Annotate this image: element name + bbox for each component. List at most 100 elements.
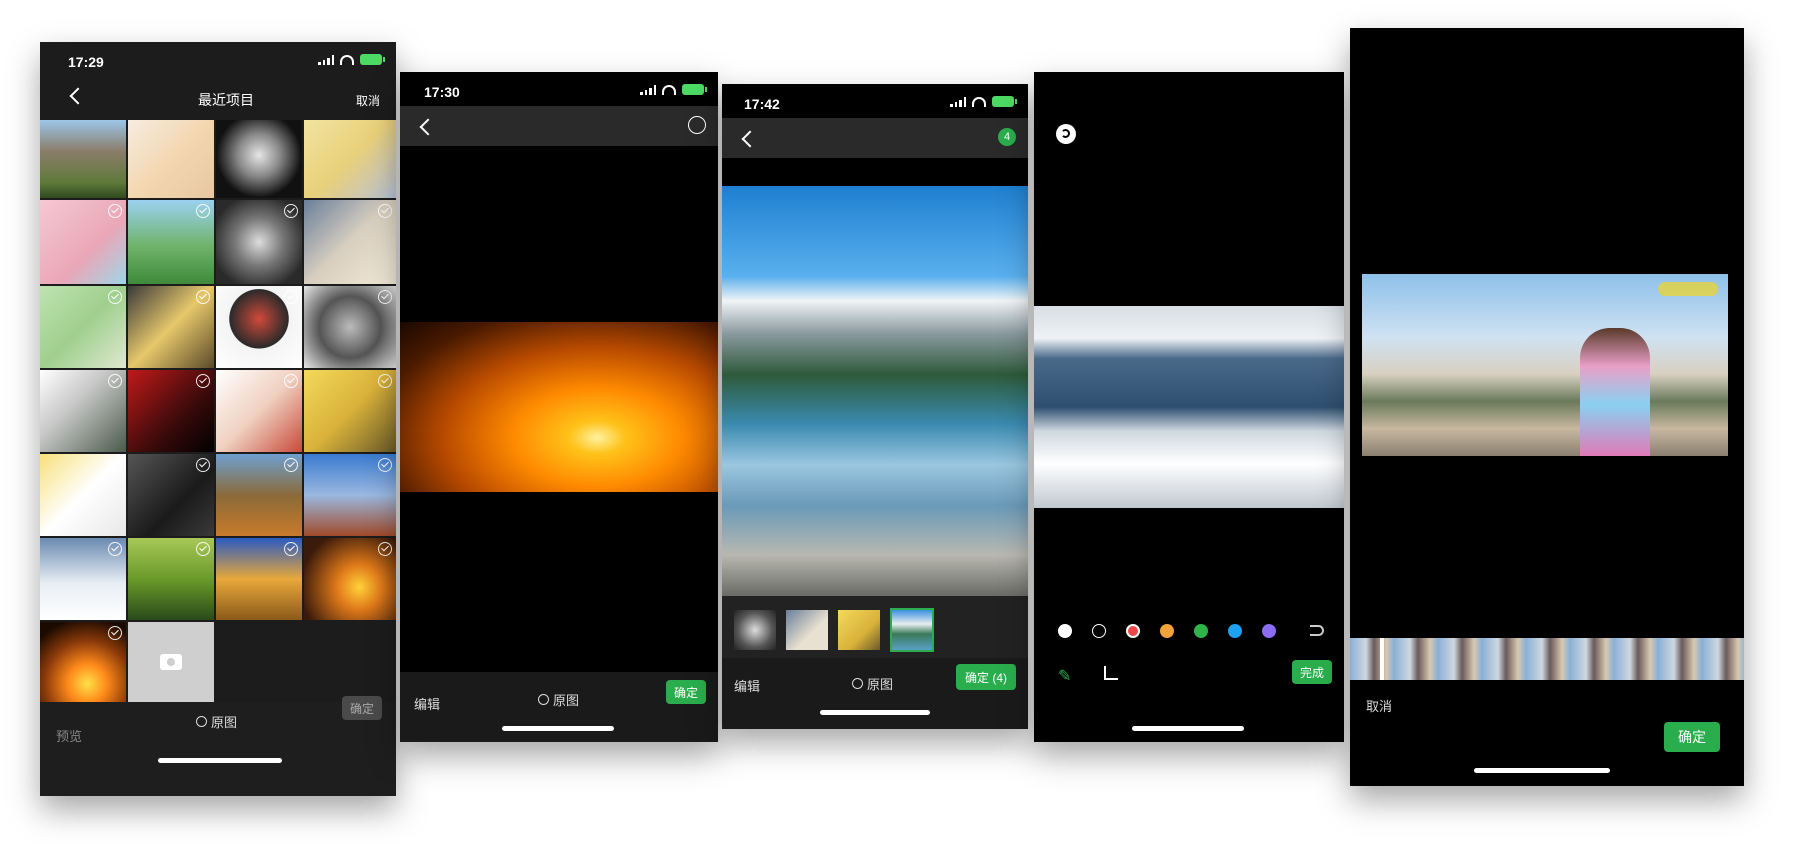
check-icon[interactable]: [196, 204, 210, 218]
color-white[interactable]: [1058, 624, 1072, 638]
check-icon[interactable]: [196, 290, 210, 304]
confirm-button[interactable]: 确定: [1664, 722, 1720, 752]
edit-button[interactable]: 编辑: [734, 676, 760, 695]
color-blue[interactable]: [1228, 624, 1242, 638]
back-icon[interactable]: [741, 130, 759, 148]
selected-thumbnail-active[interactable]: [890, 608, 934, 652]
grid-photo[interactable]: [304, 538, 396, 620]
check-icon[interactable]: [378, 290, 392, 304]
color-orange[interactable]: [1160, 624, 1174, 638]
grid-photo[interactable]: [40, 286, 126, 368]
grid-photo[interactable]: [128, 370, 214, 452]
preview-button[interactable]: 预览: [56, 726, 82, 745]
grid-photo[interactable]: [304, 200, 396, 284]
editing-image: [1034, 306, 1344, 508]
grid-photo[interactable]: [216, 286, 302, 368]
radio-icon: [852, 678, 863, 689]
back-icon[interactable]: [69, 87, 87, 105]
check-icon[interactable]: [378, 204, 392, 218]
color-black[interactable]: [1092, 624, 1106, 638]
video-timeline[interactable]: [1350, 638, 1744, 680]
check-icon[interactable]: [196, 374, 210, 388]
grid-photo[interactable]: [304, 454, 396, 536]
done-button[interactable]: 完成: [1292, 660, 1332, 684]
camera-tile[interactable]: [128, 622, 214, 704]
cancel-button[interactable]: 取消: [356, 92, 380, 109]
grid-photo[interactable]: [128, 286, 214, 368]
thumbnail-strip: [722, 596, 1028, 658]
confirm-button[interactable]: 确定: [342, 696, 382, 720]
cancel-button[interactable]: 取消: [1366, 696, 1392, 715]
preview-image: [400, 322, 718, 492]
grid-photo[interactable]: [304, 370, 396, 452]
color-palette: [1034, 620, 1344, 644]
grid-photo[interactable]: [40, 454, 126, 536]
check-icon[interactable]: [284, 542, 298, 556]
check-icon[interactable]: [108, 458, 122, 472]
check-icon[interactable]: [378, 458, 392, 472]
grid-photo[interactable]: [304, 286, 396, 368]
check-icon[interactable]: [108, 626, 122, 640]
grid-photo[interactable]: [40, 622, 126, 704]
back-icon[interactable]: [419, 118, 437, 136]
selected-thumbnail[interactable]: [786, 610, 828, 650]
status-time: 17:29: [68, 54, 104, 70]
color-purple[interactable]: [1262, 624, 1276, 638]
trim-handle-left[interactable]: [1380, 638, 1384, 680]
original-image-option[interactable]: 原图: [852, 674, 893, 693]
radio-icon: [538, 694, 549, 705]
bottom-toolbar: 编辑 原图 确定: [400, 672, 718, 742]
selected-thumbnail[interactable]: [838, 610, 880, 650]
grid-photo[interactable]: [40, 200, 126, 284]
check-icon[interactable]: [284, 374, 298, 388]
grid-photo[interactable]: [128, 120, 214, 198]
home-indicator: [820, 710, 930, 715]
battery-icon: [360, 54, 385, 65]
color-green[interactable]: [1194, 624, 1208, 638]
selected-count-badge[interactable]: 4: [998, 128, 1016, 146]
grid-photo[interactable]: [40, 370, 126, 452]
check-icon[interactable]: [196, 458, 210, 472]
edit-button[interactable]: 编辑: [414, 694, 440, 713]
status-bar: 17:29: [40, 42, 396, 76]
grid-photo[interactable]: [216, 370, 302, 452]
confirm-button[interactable]: 确定: [666, 680, 706, 704]
check-icon[interactable]: [284, 458, 298, 472]
video-frame: [1362, 274, 1728, 456]
color-red[interactable]: [1126, 624, 1140, 638]
check-icon[interactable]: [108, 290, 122, 304]
check-icon[interactable]: [108, 374, 122, 388]
original-label: 原图: [553, 693, 580, 708]
select-circle-icon[interactable]: [688, 116, 706, 134]
check-icon[interactable]: [284, 290, 298, 304]
original-image-option[interactable]: 原图: [196, 712, 237, 731]
grid-photo[interactable]: [216, 538, 302, 620]
selected-thumbnail[interactable]: [734, 610, 776, 650]
video-watermark: [1658, 282, 1718, 296]
grid-photo[interactable]: [304, 120, 396, 198]
confirm-button[interactable]: 确定 (4): [956, 664, 1016, 690]
crop-icon[interactable]: [1104, 666, 1118, 680]
grid-photo[interactable]: [216, 200, 302, 284]
grid-photo[interactable]: [216, 454, 302, 536]
grid-photo[interactable]: [216, 120, 302, 198]
original-image-option[interactable]: 原图: [538, 690, 579, 709]
check-icon[interactable]: [284, 204, 298, 218]
check-icon[interactable]: [378, 374, 392, 388]
check-icon[interactable]: [108, 204, 122, 218]
grid-photo[interactable]: [40, 120, 126, 198]
status-icons: [950, 96, 1017, 107]
original-label: 原图: [867, 677, 894, 692]
check-icon[interactable]: [108, 542, 122, 556]
check-icon[interactable]: [196, 542, 210, 556]
grid-photo[interactable]: [128, 538, 214, 620]
check-icon[interactable]: [378, 542, 392, 556]
editor-tools: ✎ 完成: [1034, 654, 1344, 694]
home-indicator: [1132, 726, 1244, 731]
grid-photo[interactable]: [128, 200, 214, 284]
undo-icon[interactable]: [1310, 625, 1324, 636]
grid-photo[interactable]: [40, 538, 126, 620]
draw-pen-icon[interactable]: ✎: [1058, 666, 1071, 686]
grid-photo[interactable]: [128, 454, 214, 536]
undo-circle-icon[interactable]: [1056, 124, 1076, 144]
